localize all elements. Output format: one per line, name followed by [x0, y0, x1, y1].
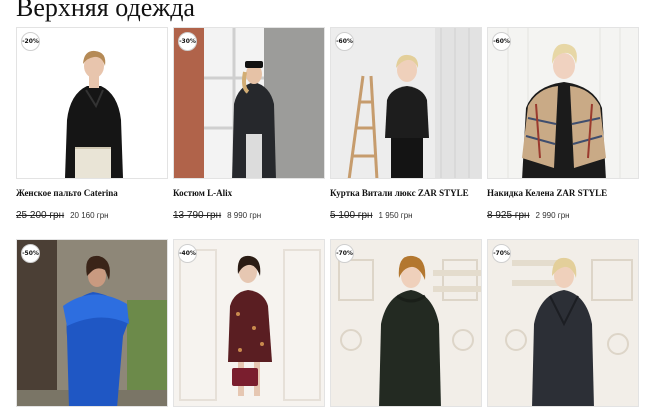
product-image[interactable]: -70%: [487, 239, 639, 407]
product-image[interactable]: -20%: [16, 27, 168, 179]
product-prices: 8 925 грн 2 990 грн: [487, 205, 639, 223]
product-name[interactable]: Накидка Келена ZAR STYLE: [487, 187, 639, 199]
product-card[interactable]: -70%: [487, 239, 639, 407]
new-price: 8 990 грн: [227, 211, 262, 220]
discount-badge: -60%: [335, 32, 354, 51]
old-price: 25 200 грн: [16, 210, 65, 221]
product-card[interactable]: -30% Костюм L-Alix 13 790 грн 8 990 грн: [173, 27, 325, 239]
product-prices: 13 790 грн 8 990 грн: [173, 205, 325, 223]
product-card[interactable]: -20% Женское пальто Caterina 25 200 грн 2…: [16, 27, 168, 239]
product-card[interactable]: -60% Накидка Келена ZAR STYLE 8 925 грн 2…: [487, 27, 639, 239]
discount-badge: -40%: [178, 244, 197, 263]
discount-badge: -50%: [21, 244, 40, 263]
product-grid: -20% Женское пальто Caterina 25 200 грн 2…: [16, 27, 640, 407]
page-title: Верхняя одежда: [16, 0, 195, 22]
product-prices: 25 200 грн 20 160 грн: [16, 205, 168, 223]
new-price: 1 950 грн: [378, 211, 413, 220]
product-image[interactable]: -70%: [330, 239, 482, 407]
discount-badge: -70%: [335, 244, 354, 263]
product-card[interactable]: -40%: [173, 239, 325, 407]
product-image[interactable]: -60%: [330, 27, 482, 179]
discount-badge: -60%: [492, 32, 511, 51]
product-card[interactable]: -60% Куртка Витали люкс ZAR STYLE 5 100 …: [330, 27, 482, 239]
product-image[interactable]: -30%: [173, 27, 325, 179]
product-image[interactable]: -40%: [173, 239, 325, 407]
product-name[interactable]: Куртка Витали люкс ZAR STYLE: [330, 187, 482, 199]
product-image[interactable]: -60%: [487, 27, 639, 179]
discount-badge: -70%: [492, 244, 511, 263]
product-card[interactable]: -70%: [330, 239, 482, 407]
new-price: 20 160 грн: [70, 211, 109, 220]
product-prices: 5 100 грн 1 950 грн: [330, 205, 482, 223]
new-price: 2 990 грн: [535, 211, 570, 220]
old-price: 13 790 грн: [173, 210, 222, 221]
product-image[interactable]: -50%: [16, 239, 168, 407]
product-card[interactable]: -50%: [16, 239, 168, 407]
old-price: 5 100 грн: [330, 210, 373, 221]
discount-badge: -30%: [178, 32, 197, 51]
product-name[interactable]: Женское пальто Caterina: [16, 187, 168, 199]
discount-badge: -20%: [21, 32, 40, 51]
old-price: 8 925 грн: [487, 210, 530, 221]
product-name[interactable]: Костюм L-Alix: [173, 187, 325, 199]
